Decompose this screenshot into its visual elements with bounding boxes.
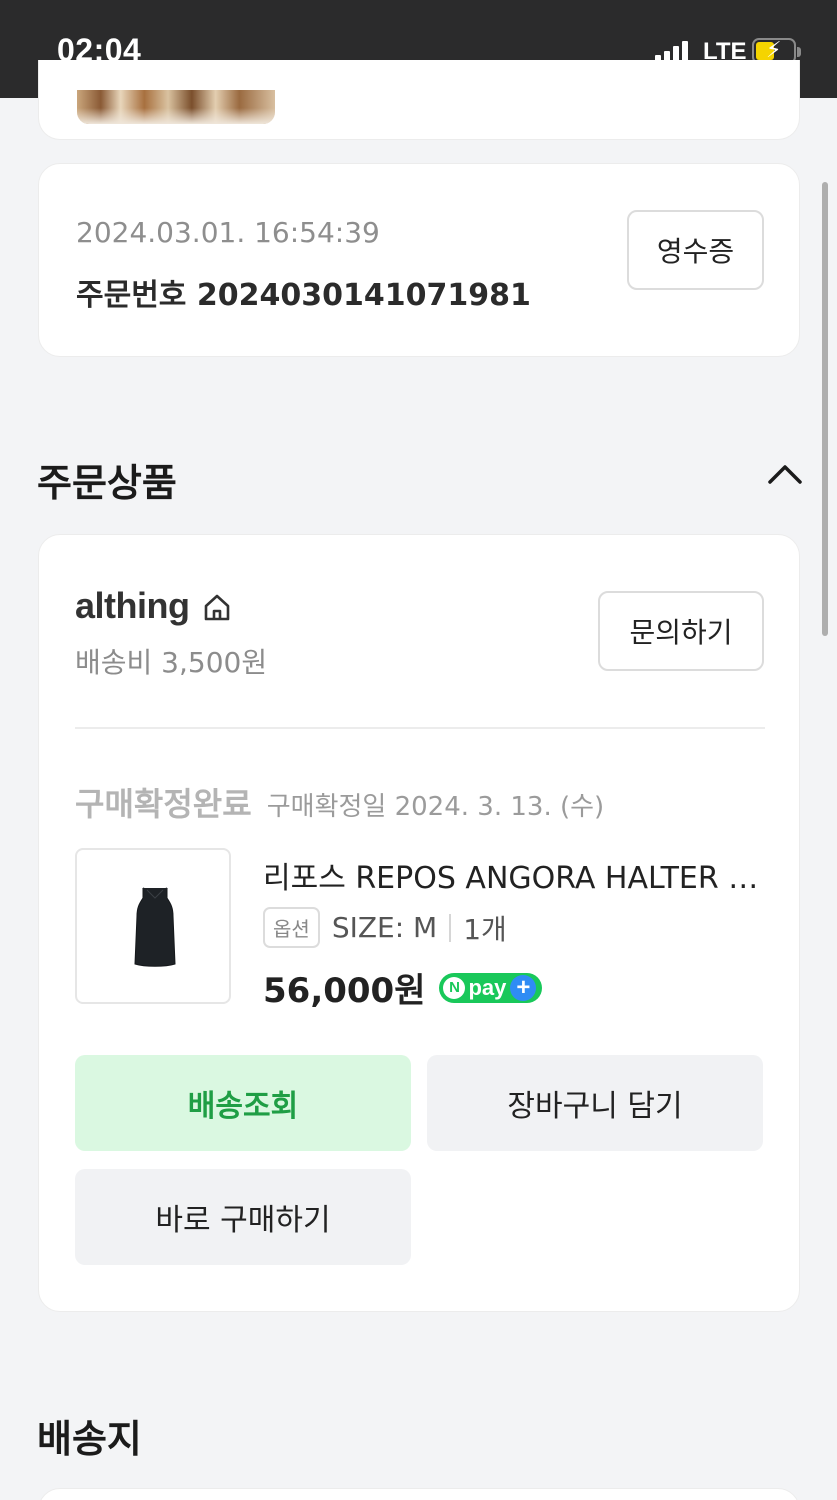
inquiry-button[interactable]: 문의하기 (598, 591, 764, 671)
product-options: 옵션 SIZE: M 1개 (263, 907, 507, 948)
section-title-delivery: 배송지 (37, 1417, 142, 1461)
purchase-status-label: 구매확정완료 (75, 785, 252, 823)
npay-n-icon: N (443, 976, 466, 999)
option-badge: 옵션 (263, 907, 320, 948)
npay-plus-badge: N pay + (439, 972, 543, 1003)
receipt-button[interactable]: 영수증 (627, 210, 764, 290)
plus-icon: + (510, 974, 537, 1001)
chevron-up-icon[interactable] (767, 462, 803, 486)
section-title-ordered-items: 주문상품 (37, 461, 177, 505)
option-size: SIZE: M (331, 911, 438, 944)
price-row: 56,000원 N pay + (263, 963, 543, 1012)
buy-now-button[interactable]: 바로 구매하기 (75, 1169, 411, 1265)
npay-label: pay (468, 974, 507, 1000)
shipping-fee: 배송비 3,500원 (75, 646, 268, 679)
order-date: 2024.03.01. 16:54:39 (76, 216, 380, 249)
order-info-card: 2024.03.01. 16:54:39 주문번호 20240301410719… (38, 163, 800, 357)
add-to-cart-button[interactable]: 장바구니 담기 (427, 1055, 763, 1151)
divider (75, 727, 765, 729)
product-thumbnail[interactable] (75, 848, 231, 1004)
purchase-confirm-date: 구매확정일 2024. 3. 13. (수) (266, 792, 605, 822)
product-price: 56,000원 (263, 971, 426, 1011)
tank-top-image (134, 887, 176, 967)
option-quantity: 1개 (463, 912, 507, 946)
seller-name[interactable]: althing (75, 585, 190, 627)
home-icon[interactable] (201, 591, 233, 623)
ordered-item-card: althing 배송비 3,500원 문의하기 구매확정완료 구매확정일 202… (38, 534, 800, 1312)
order-number: 주문번호 2024030141071981 (76, 278, 531, 313)
delivery-card (38, 1488, 800, 1500)
option-separator (449, 913, 452, 942)
scrollbar[interactable] (822, 182, 828, 636)
purchase-status: 구매확정완료 구매확정일 2024. 3. 13. (수) (75, 779, 604, 825)
product-name[interactable]: 리포스 REPOS ANGORA HALTER TOP (263, 853, 763, 897)
track-delivery-button[interactable]: 배송조회 (75, 1055, 411, 1151)
store-image (77, 90, 275, 124)
